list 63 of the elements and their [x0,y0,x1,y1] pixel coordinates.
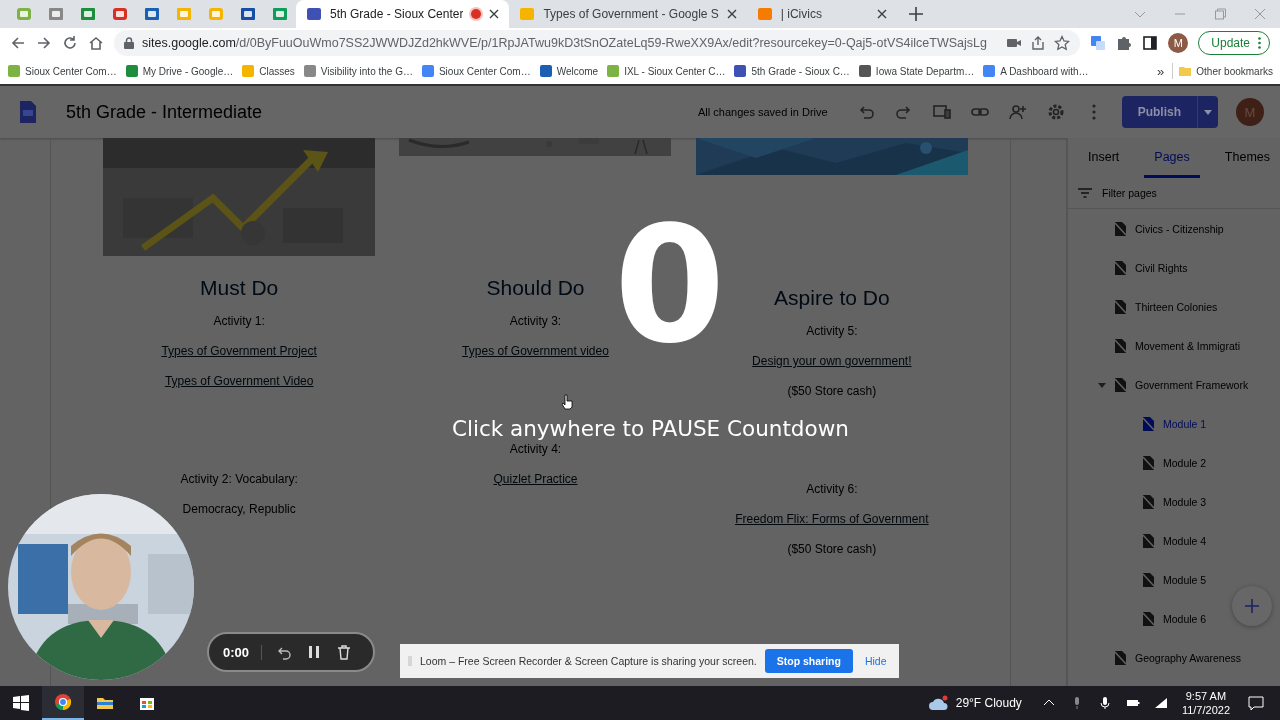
activity-link[interactable]: Types of Government Video [164,366,314,396]
bookmark-item[interactable]: IXL - Sioux Center C… [603,64,729,78]
page-item[interactable]: Module 1 [1068,404,1280,443]
page-item[interactable]: Module 6 [1068,599,1280,638]
page-item[interactable]: Geography Awareness [1068,638,1280,677]
page-item[interactable]: Module 3 [1068,482,1280,521]
bookmark-folder[interactable]: Other bookmarks [1175,64,1276,78]
bookmark-item[interactable]: Sioux Center Com… [417,64,534,78]
weather-text[interactable]: 29°F Cloudy [955,696,1022,710]
bookmark-item[interactable]: My Drive - Google… [121,64,237,78]
profile-avatar[interactable]: M [1168,33,1189,53]
activity-text: Activity 6: [806,481,858,498]
panel-tab[interactable]: Pages [1144,138,1200,178]
activity-text: Activity 4: [509,441,562,458]
countdown-message[interactable]: Click anywhere to PAUSE Countdown [452,416,849,441]
site-title[interactable]: 5th Grade - Intermediate [66,101,263,123]
bookmark-item[interactable]: Sioux Center Com… [4,64,120,78]
page-item[interactable]: Thirteen Colonies [1068,287,1280,326]
bookmark-item[interactable]: 5th Grade - Sioux C… [730,64,853,78]
filter-field[interactable]: Filter pages [1100,186,1254,200]
more-bookmarks-button[interactable]: » [1151,63,1171,79]
recording-timer: 0:00 [223,644,263,660]
activity-text: ($50 Store cash) [787,541,877,558]
address-bar[interactable]: sites.google.com/d/0ByFuuOuWmo7SS2JWWDJZd2hkWVE/p/1RpJATwu9kD3tSnOZateLq59-RweXX9Ax/edit?resourcekey=0-Qaj5-otVS4ilceTWSajsLg [114,30,1081,56]
bookmark-item[interactable]: Classes [238,64,298,78]
activity-text: Democracy, Republic [182,501,296,518]
stop-sharing-button[interactable]: Stop sharing [764,649,853,673]
activity-link[interactable]: Freedom Flix: Forms of Government [735,504,929,534]
page-item[interactable]: Module 2 [1068,443,1280,482]
bookmark-item[interactable]: A Dashboard with… [979,64,1092,78]
page-item[interactable]: Civics - Citizenship [1068,209,1280,248]
hide-button[interactable]: Hide [860,655,891,667]
countdown-number[interactable]: 0 [614,206,726,366]
activity-link[interactable]: Types of Government video [462,336,609,366]
page-item[interactable]: Civil Rights [1068,248,1280,287]
activity-link[interactable]: Quizlet Practice [493,464,578,494]
activity-link[interactable]: Types of Government Project [161,336,317,366]
page-item[interactable]: Movement & Immigrati [1068,326,1280,365]
bookmark-item[interactable]: Visibility into the G… [299,64,416,78]
activity-link[interactable]: Design your own government! [752,346,912,376]
browser-tab[interactable]: | iCivics [746,0,897,28]
update-button[interactable]: Update [1198,31,1270,55]
section-heading: Must Do [200,276,279,300]
page-item[interactable]: Module 4 [1068,521,1280,560]
activity-text: Activity 5: [806,323,858,340]
page-item[interactable]: Government Framework [1068,365,1280,404]
bookmark-item[interactable]: Iowa State Departm… [854,64,978,78]
save-status: All changes saved in Drive [698,106,828,118]
bookmark-item[interactable]: Welcome [535,64,602,78]
browser-tab[interactable]: Types of Government - Google S [509,0,747,28]
sharing-message: Loom – Free Screen Recorder & Screen Capture is sharing your screen. [420,655,757,667]
section-heading: Aspire to Do [774,286,890,310]
section-heading: Should Do [486,276,585,300]
activity-text: Activity 3: [509,313,562,330]
publish-button[interactable]: Publish [1121,96,1218,128]
browser-tab[interactable]: 5th Grade - Sioux Center [296,0,510,28]
page-item[interactable]: Module 5 [1068,560,1280,599]
activity-text: Activity 2: Vocabulary: [180,471,298,488]
panel-tab[interactable]: Themes [1214,138,1280,178]
activity-text: Activity 1: [213,313,265,330]
panel-tab[interactable]: Insert [1078,138,1130,178]
taskbar-clock[interactable]: 9:57 AM 11/7/2022 [1181,689,1230,717]
activity-text: ($50 Store cash) [787,383,877,400]
